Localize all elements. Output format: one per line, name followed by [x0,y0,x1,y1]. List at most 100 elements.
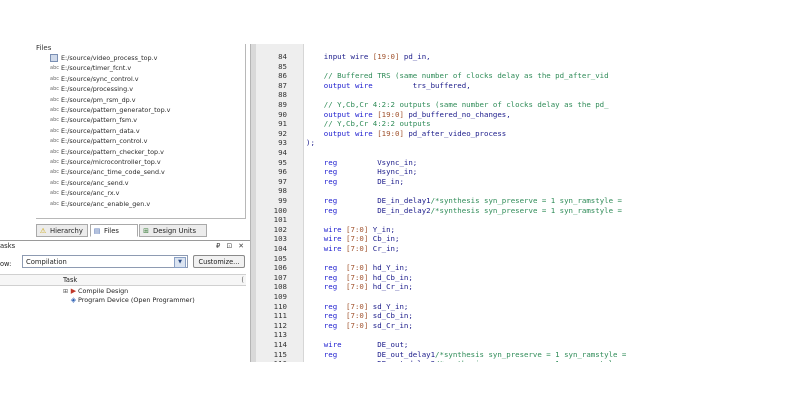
line-number: 116 [256,359,287,362]
code-line[interactable]: 116 reg DE_out_delay2/*synthesis syn_pre… [256,359,692,362]
code-line[interactable]: 111 reg [7:0] sd_Cb_in; [256,311,692,321]
verilog-file-icon: abc [50,65,59,72]
expand-icon[interactable]: ⊞ [62,287,69,296]
code-token: reg [306,349,338,359]
file-list-item[interactable]: abc E:/source/anc_rx.v [50,188,119,198]
code-line[interactable]: 89 // Y,Cb,Cr 4:2:2 outputs (same number… [256,100,692,110]
code-line[interactable]: 107 reg [7:0] hd_Cb_in; [256,273,692,283]
code-line[interactable]: 103 wire [7:0] Cb_in; [256,234,692,244]
code-line[interactable]: 94 [256,148,692,158]
flow-select[interactable]: Compilation ▼ [22,255,188,268]
customize-button[interactable]: Customize... [193,255,245,268]
file-list-item[interactable]: abc E:/source/pattern_control.v [50,136,147,146]
code-line[interactable]: 115 reg DE_out_delay1/*synthesis syn_pre… [256,350,692,360]
line-number: 85 [278,61,287,71]
code-line[interactable]: 93); [256,138,692,148]
code-token: DE_out_delay1 [337,349,436,359]
file-list-item[interactable]: abc E:/source/pattern_checker_top.v [50,147,164,157]
code-text: reg DE_out_delay1/*synthesis syn_preserv… [306,349,627,360]
code-line[interactable]: 109 [256,292,692,302]
line-number: 94 [278,148,287,157]
files-header: Files [36,44,52,52]
code-line[interactable]: 90 output wire [19:0] pd_buffered_no_cha… [256,110,692,120]
task-row[interactable]: ⊞ ▶ Compile Design [62,287,128,296]
code-text: reg DE_in_delay1/*synthesis syn_preserve… [306,196,622,206]
code-line[interactable]: 86 // Buffered TRS (same number of clock… [256,71,692,81]
code-line[interactable]: 96 reg Hsync_in; [256,167,692,177]
tab-files[interactable]: ▤ Files [90,224,138,237]
code-line[interactable]: 101 [256,215,692,225]
code-line[interactable]: 112 reg [7:0] sd_Cr_in; [256,321,692,331]
code-line[interactable]: 88 [256,90,692,100]
file-list-item[interactable]: abc E:/source/anc_enable_gen.v [50,199,150,209]
code-editor[interactable]: 84 input wire [19:0] pd_in, 85 86 // Buffe… [256,44,692,362]
code-line[interactable]: 84 input wire [19:0] pd_in, [256,52,692,62]
code-line[interactable]: 100 reg DE_in_delay2/*synthesis syn_pres… [256,206,692,216]
panel-window-controls[interactable]: ₽ ⊡ ✕ [216,242,246,250]
file-list-item-label: E:/source/anc_time_code_send.v [61,168,165,177]
code-token: [7:0] [346,301,369,311]
file-list-item[interactable]: abc E:/source/pattern_data.v [50,126,140,136]
code-text: wire [7:0] Cb_in; [306,234,400,244]
code-token: reg [306,167,338,177]
code-line[interactable]: 97 reg DE_in; [256,177,692,187]
code-line[interactable]: 105 [256,254,692,264]
files-panel: Files E:/source/video_process_top.v abc E:… [36,44,246,219]
code-line[interactable]: 110 reg [7:0] sd_Y_in; [256,302,692,312]
task-row[interactable]: ◈ Program Device (Open Programmer) [62,296,195,305]
line-number: 106 [273,263,287,273]
code-line[interactable]: 85 [256,62,692,72]
file-list-item[interactable]: abc E:/source/processing.v [50,84,133,94]
tab-design-units[interactable]: ⊞ Design Units [139,224,207,237]
code-text: reg [7:0] sd_Cr_in; [306,321,413,331]
line-number: 90 [278,109,287,119]
line-number: 113 [273,330,287,340]
column-header-task[interactable]: Task [63,275,77,285]
code-line[interactable]: 108 reg [7:0] hd_Cr_in; [256,282,692,292]
line-number: 97 [278,176,287,186]
flow-select-value: Compilation [26,258,67,266]
code-line[interactable]: 113 [256,330,692,340]
column-header-right[interactable]: ( [241,275,244,285]
chevron-down-icon[interactable]: ▼ [174,257,186,268]
code-token: wire [306,234,347,244]
file-list-item-label: E:/source/microcontroller_top.v [61,158,161,166]
code-token: Vsync_in; [337,157,418,167]
file-list-item[interactable]: abc E:/source/anc_time_code_send.v [50,167,165,177]
file-list-item-label: E:/source/anc_rx.v [61,189,120,198]
code-token: reg [306,359,337,362]
code-line[interactable]: 99 reg DE_in_delay1/*synthesis syn_prese… [256,196,692,206]
code-line[interactable]: 95 reg Vsync_in; [256,158,692,168]
file-list-item[interactable]: abc E:/source/pattern_generator_top.v [50,105,170,115]
file-list-item[interactable]: E:/source/video_process_top.v [50,53,157,63]
code-text: reg [7:0] sd_Cb_in; [306,311,413,321]
code-token: DE_in_delay1 [337,196,431,205]
code-line[interactable]: 102 wire [7:0] Y_in; [256,225,692,235]
code-line[interactable]: 92 output wire [19:0] pd_after_video_pro… [256,129,692,139]
verilog-file-icon: abc [50,169,59,176]
file-list-item-label: E:/source/pm_rsm_dp.v [61,95,136,104]
code-line[interactable]: 106 reg [7:0] hd_Y_in; [256,263,692,273]
file-list-item[interactable]: abc E:/source/sync_control.v [50,74,139,84]
file-list-item[interactable]: abc E:/source/microcontroller_top.v [50,157,161,167]
code-line[interactable]: 114 wire DE_out; [256,340,692,350]
code-line[interactable]: 91 // Y,Cb,Cr 4:2:2 outputs [256,119,692,129]
code-text: output wire trs_buffered, [306,81,471,91]
code-token: reg [306,282,347,292]
verilog-file-icon: abc [50,107,59,113]
code-token: [7:0] [346,244,369,253]
code-line[interactable]: 98 [256,186,692,196]
code-token: sd_Cb_in; [368,311,413,321]
file-list-item[interactable]: abc E:/source/pattern_fsm.v [50,115,137,125]
tab-label: Hierarchy [50,227,83,235]
file-list-item[interactable]: abc E:/source/timer_fcnt.v [50,63,131,73]
code-token: output wire [306,80,373,90]
code-text: reg DE_out_delay2/*synthesis syn_preserv… [306,359,627,362]
task-table-header: Task ( [0,274,246,286]
code-line[interactable]: 87 output wire trs_buffered, [256,81,692,91]
file-list-item[interactable]: abc E:/source/anc_send.v [50,178,129,188]
code-line[interactable]: 104 wire [7:0] Cr_in; [256,244,692,254]
file-list-item[interactable]: abc E:/source/pm_rsm_dp.v [50,95,136,105]
tab-hierarchy[interactable]: ⚠ Hierarchy [36,224,88,237]
code-token: [7:0] [346,224,369,234]
